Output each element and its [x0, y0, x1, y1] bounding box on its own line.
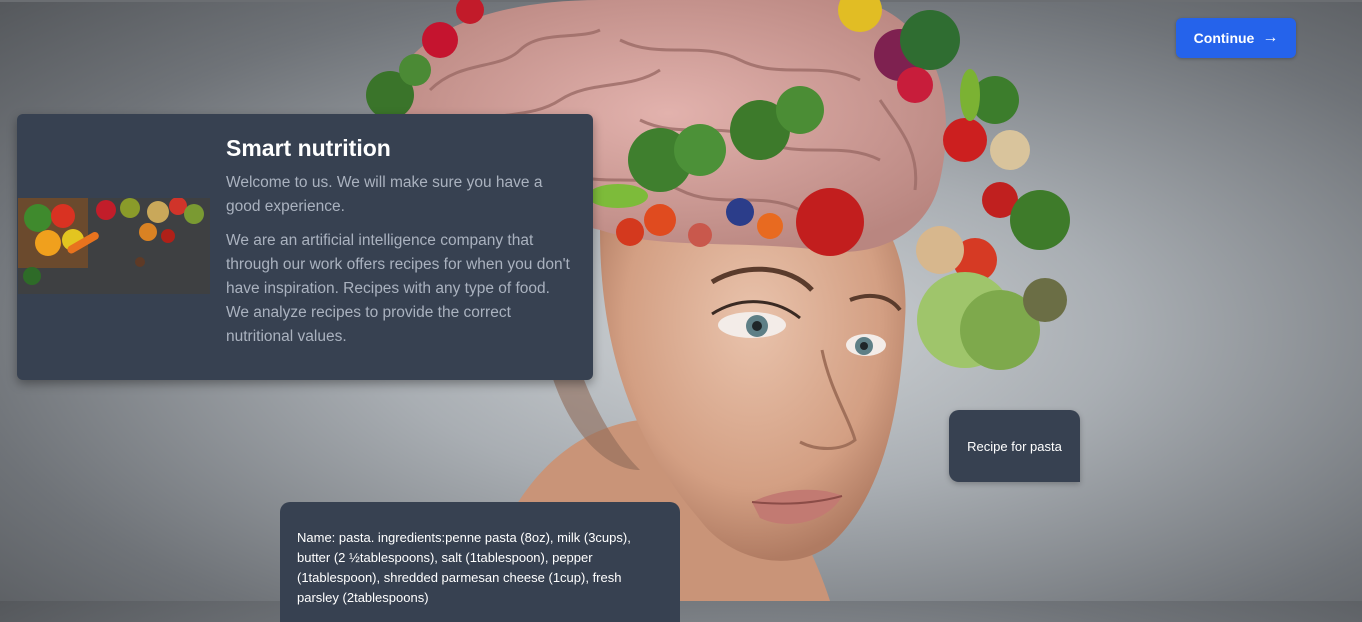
continue-label: Continue: [1193, 30, 1255, 46]
vegetables-thumbnail: [18, 198, 210, 294]
recipe-prompt-label: Recipe for pasta: [967, 438, 1062, 454]
intro-welcome-text: Welcome to us. We will make sure you hav…: [226, 174, 543, 215]
intro-title: Smart nutrition: [226, 135, 391, 161]
recipe-response-card: Name: pasta. ingredients:penne pasta (8o…: [280, 502, 680, 622]
intro-card: Smart nutrition Welcome to us. We will m…: [17, 114, 593, 380]
continue-button[interactable]: Continue →: [1176, 18, 1296, 58]
intro-description-text: We are an artificial intelligence compan…: [226, 232, 570, 345]
arrow-right-icon: →: [1262, 29, 1279, 46]
recipe-prompt-bubble[interactable]: Recipe for pasta: [949, 410, 1080, 482]
recipe-response-text: Name: pasta. ingredients:penne pasta (8o…: [297, 530, 631, 605]
